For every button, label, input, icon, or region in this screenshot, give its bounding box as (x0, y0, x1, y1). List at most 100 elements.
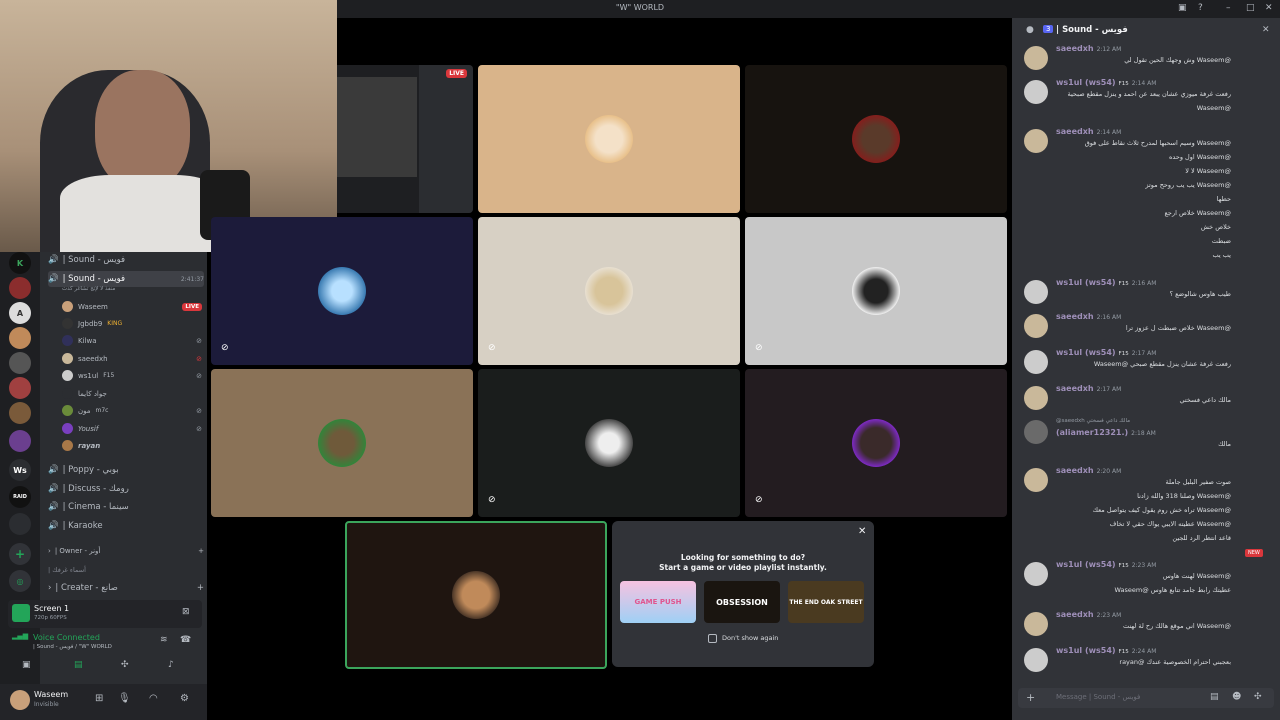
message-input[interactable]: + Message | Sound - فويس ▤ ☻ ✣ (1018, 688, 1274, 708)
attach-plus-icon[interactable]: + (1026, 691, 1035, 704)
video-tile[interactable] (211, 369, 473, 517)
video-tile[interactable]: ⊘ (478, 369, 740, 517)
webcam-overlay (0, 0, 337, 252)
message-author[interactable]: saeedxh (1056, 312, 1094, 321)
voice-user[interactable]: Yousif ⊘ (62, 421, 202, 436)
server-icon[interactable] (9, 430, 31, 452)
muted-icon: ⊘ (488, 343, 496, 353)
server-icon-ws[interactable]: Ws (9, 459, 31, 481)
voice-user[interactable]: Kilwa ⊘ (62, 333, 202, 348)
maximize-icon[interactable]: □ (1246, 3, 1255, 13)
video-tile[interactable] (745, 65, 1007, 213)
message-author[interactable]: (aliamer12321.) (1056, 428, 1128, 437)
close-window-icon[interactable]: ✕ (1265, 3, 1273, 13)
add-server-icon[interactable]: + (9, 543, 31, 565)
participant-avatar (852, 267, 900, 315)
muted-icon: ⊘ (196, 406, 202, 415)
voice-user-name: ws1ul (78, 371, 99, 380)
minimize-icon[interactable]: – (1226, 3, 1231, 13)
video-tile[interactable] (478, 65, 740, 213)
game-card[interactable]: OBSESSION (704, 581, 780, 623)
message-text: ضبطت (1211, 237, 1231, 245)
headphones-icon[interactable]: ◠ (149, 693, 158, 704)
voice-channel-sound[interactable]: 🔊 | Sound - فويس (48, 252, 204, 268)
avatar[interactable] (10, 690, 30, 710)
voice-user[interactable]: ws1ul F15 ⊘ (62, 368, 202, 383)
video-tile-speaking[interactable] (345, 521, 607, 669)
inbox-icon[interactable]: ▣ (1178, 3, 1187, 13)
camera-icon[interactable]: ▣ (22, 660, 31, 670)
voice-user[interactable]: جواد كايما (62, 386, 202, 401)
server-icon[interactable] (9, 327, 31, 349)
soundboard-icon[interactable]: ♪ (168, 660, 174, 670)
apps-icon[interactable]: ✣ (1254, 692, 1262, 702)
category-owner[interactable]: › | Owner - أونر + (48, 543, 204, 559)
voice-user[interactable]: saeedxh ⊘ (62, 351, 202, 366)
close-chat-icon[interactable]: ✕ (1262, 25, 1270, 35)
message-timestamp: 2:20 AM (1096, 468, 1122, 475)
activities-icon[interactable]: ✣ (121, 660, 129, 670)
message-text: @Waseem تراه خش روم يقول كيف يتواصل معك (1092, 506, 1231, 514)
screen-share-tile[interactable]: LIVE (337, 65, 473, 213)
game-card[interactable]: THE END OAK STREET (788, 581, 864, 623)
speaker-icon: 🔊 (48, 502, 59, 512)
gamepad-icon[interactable]: ⊞ (95, 693, 103, 704)
voice-channel-poppy[interactable]: 🔊 | Poppy - بوبي (48, 462, 204, 478)
server-icon[interactable] (9, 513, 31, 535)
game-title: THE END OAK STREET (789, 598, 863, 606)
message-author[interactable]: ws1ul (ws54) (1056, 348, 1116, 357)
message-author[interactable]: saeedxh (1056, 384, 1094, 393)
voice-user[interactable]: Jgbdb9 KING (62, 316, 202, 331)
voice-channel-sound-active[interactable]: 🔊 | Sound - فويس 2:41:37 (48, 271, 204, 287)
server-icon[interactable] (9, 402, 31, 424)
channel-rooms[interactable]: | أسماء غرفك (48, 562, 204, 578)
voice-user[interactable]: rayan (62, 438, 202, 453)
video-tile[interactable]: ⊘ (745, 369, 1007, 517)
message-author[interactable]: ws1ul (ws54) (1056, 78, 1116, 87)
message-text: يب يب (1212, 251, 1231, 259)
message-author[interactable]: ws1ul (ws54) (1056, 560, 1116, 569)
voice-channel-discuss[interactable]: 🔊 | Discuss - رومك (48, 481, 204, 497)
server-icon[interactable] (9, 377, 31, 399)
video-tile[interactable]: ⊘ (745, 217, 1007, 365)
emoji-icon[interactable]: ☻ (1232, 692, 1241, 702)
dont-show-checkbox[interactable] (708, 634, 717, 643)
message-author[interactable]: saeedxh (1056, 610, 1094, 619)
disconnect-icon[interactable]: ☎ (180, 635, 191, 645)
message-author[interactable]: saeedxh (1056, 127, 1094, 136)
server-icon[interactable] (9, 352, 31, 374)
gift-icon[interactable]: ▤ (1210, 692, 1219, 702)
video-tile[interactable]: ⊘ (211, 217, 473, 365)
category-creater[interactable]: › | Creater - صانع + (48, 580, 204, 596)
game-card[interactable]: GAME PUSH (620, 581, 696, 623)
server-icon[interactable]: A (9, 302, 31, 324)
stop-stream-icon[interactable]: ⊠ (182, 607, 190, 617)
explore-icon[interactable]: ◎ (9, 570, 31, 592)
message-author[interactable]: ws1ul (ws54) (1056, 646, 1116, 655)
screen-share-quality: 720p 60FPS (34, 615, 67, 621)
voice-channel-cinema[interactable]: 🔊 | Cinema - سينما (48, 499, 204, 515)
message-author[interactable]: saeedxh (1056, 466, 1094, 475)
server-icon[interactable] (9, 277, 31, 299)
message-timestamp: 2:17 AM (1096, 386, 1122, 393)
server-icon-k[interactable]: K (9, 252, 31, 274)
screen-share-card[interactable]: Screen 1 720p 60FPS ⊠ (8, 600, 202, 628)
screen-share-toggle-icon[interactable]: ▤ (74, 660, 83, 670)
microphone-icon[interactable]: 🎙 (118, 693, 131, 704)
message-author[interactable]: saeedxh (1056, 44, 1094, 53)
message-author[interactable]: ws1ul (ws54) (1056, 278, 1116, 287)
reply-preview[interactable]: @saeedxh مالك داعي فسختي (1056, 418, 1276, 428)
settings-gear-icon[interactable]: ⚙ (180, 693, 189, 704)
close-icon[interactable]: ✕ (858, 526, 866, 537)
add-channel-icon[interactable]: + (198, 547, 204, 555)
help-icon[interactable]: ? (1198, 3, 1203, 13)
video-tile[interactable]: ⊘ (478, 217, 740, 365)
voice-channel-karaoke[interactable]: 🔊 | Karaoke (48, 518, 204, 534)
voice-user[interactable]: مون m7c ⊘ (62, 403, 202, 418)
message-text: طيب هاوس شالوضع ؟ (1169, 290, 1231, 298)
add-channel-icon[interactable]: + (197, 583, 204, 593)
server-icon-raid[interactable]: RAID (9, 486, 31, 508)
noise-suppression-icon[interactable]: ≋ (160, 635, 168, 645)
voice-user[interactable]: Waseem LIVE (62, 299, 202, 314)
chat-message: ws1ul (ws54) F15 2:16 AM طيب هاوس شالوضع ؟ (1018, 278, 1276, 301)
